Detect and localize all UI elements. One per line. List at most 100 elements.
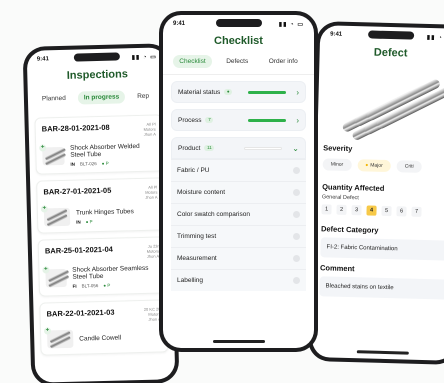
- subitem-label: Color swatch comparison: [177, 211, 250, 218]
- inspection-id: BAR-25-01-2021-04: [44, 244, 113, 256]
- status-badge: ● P: [101, 160, 109, 166]
- phone-defect: 9:41 ▮▮ ◔ ▭ Defect Severity Minor Major …: [307, 21, 444, 365]
- status-dot-icon: [293, 277, 300, 284]
- status-icons: ▮▮ ◔ ▭: [131, 53, 157, 61]
- product-name: Candle Cowell: [79, 334, 122, 343]
- product-thumbnail: +: [40, 205, 71, 227]
- phone-notch: [73, 52, 120, 62]
- home-indicator: [212, 340, 265, 343]
- status-time: 9:41: [330, 31, 343, 38]
- phone-notch: [215, 19, 262, 27]
- item-tag: FI: [72, 283, 77, 289]
- quantity-option[interactable]: 5: [381, 205, 392, 217]
- status-dot-icon: [293, 255, 300, 262]
- comment-field[interactable]: Bleached stains on textile: [319, 276, 444, 300]
- inspection-meta: Ju 23r Motors Jhon A: [146, 243, 160, 259]
- tab-checklist[interactable]: Checklist: [173, 55, 212, 68]
- phone-inspections: 9:41 ▮▮ ◔ ▭ Inspections Planned In progr…: [22, 43, 180, 383]
- quantity-selector: 1 2 3 4 5 6 7: [315, 200, 444, 222]
- checklist-screen: 9:41 ▮▮ ◔ ▭ Checklist Checklist Defects …: [163, 15, 314, 348]
- status-icons: ▮▮ ◔ ▭: [278, 21, 304, 28]
- quantity-option[interactable]: 1: [321, 204, 332, 215]
- status-dot-icon: [293, 167, 300, 174]
- checklist-tabs: Checklist Defects Order info: [163, 47, 314, 75]
- status-dot-icon: [293, 211, 300, 218]
- subitem-label: Measurement: [177, 255, 217, 262]
- checklist-row-product[interactable]: Product 11 ⌄: [171, 137, 306, 159]
- inspection-id: BAR-27-01-2021-05: [43, 185, 112, 197]
- product-name: Trunk Hinges Tubes: [75, 207, 134, 217]
- row-label: Process: [178, 116, 202, 124]
- product-thumbnail: +: [43, 327, 74, 349]
- quantity-option-selected[interactable]: 4: [366, 205, 377, 216]
- checklist-row-material-status[interactable]: Material status ● ›: [171, 81, 306, 103]
- quantity-option[interactable]: 6: [396, 206, 407, 217]
- chevron-down-icon: ⌄: [292, 143, 299, 153]
- checklist-row-process[interactable]: Process 7 ›: [171, 109, 306, 131]
- tab-order-info[interactable]: Order info: [263, 55, 304, 68]
- progress-bar: [248, 90, 287, 94]
- product-thumbnail: +: [42, 266, 67, 288]
- progress-bar: [248, 118, 287, 122]
- checklist-subitem[interactable]: Color swatch comparison: [171, 203, 306, 225]
- plus-icon[interactable]: +: [39, 144, 47, 152]
- severity-minor[interactable]: Minor: [322, 158, 352, 172]
- checklist-subitem[interactable]: Trimming test: [171, 225, 306, 247]
- product-name: Shock Absorber Welded Steel Tube: [70, 142, 140, 159]
- phone-checklist: 9:41 ▮▮ ◔ ▭ Checklist Checklist Defects …: [159, 11, 318, 352]
- item-tag: IN: [70, 161, 76, 167]
- row-count-badge: 7: [205, 117, 214, 123]
- severity-critical[interactable]: Criti: [396, 160, 422, 173]
- category-title: Defect Category: [320, 224, 379, 235]
- inspection-id: BAR-28-01-2021-08: [41, 122, 110, 134]
- inspection-id: BAR-22-01-2021-03: [46, 307, 115, 319]
- status-time: 9:41: [36, 56, 50, 63]
- checklist-subitem[interactable]: Labelling: [171, 269, 306, 291]
- row-count-badge: 11: [204, 145, 215, 151]
- inspection-meta: All Pl Motors Jhon A: [145, 184, 158, 200]
- item-code: BLT-026: [79, 161, 97, 167]
- quantity-title: Quantity Affected: [322, 182, 385, 193]
- tab-planned[interactable]: Planned: [36, 92, 72, 106]
- plus-icon[interactable]: +: [42, 266, 50, 274]
- plus-icon[interactable]: +: [43, 327, 52, 335]
- checklist-subitem[interactable]: Moisture content: [171, 181, 306, 203]
- quantity-option[interactable]: 3: [351, 205, 362, 216]
- checklist-subitem[interactable]: Fabric / PU: [171, 159, 306, 181]
- plus-icon[interactable]: +: [40, 205, 48, 213]
- row-count-badge: ●: [224, 89, 233, 95]
- subitem-label: Trimming test: [177, 233, 217, 240]
- inspection-meta: All Pl Motors Jhon A: [143, 121, 156, 137]
- inspections-screen: 9:41 ▮▮ ◔ ▭ Inspections Planned In progr…: [26, 47, 176, 383]
- quantity-option[interactable]: 2: [336, 204, 347, 215]
- status-time: 9:41: [173, 21, 186, 27]
- chevron-right-icon: ›: [296, 115, 299, 125]
- quantity-option[interactable]: 7: [411, 206, 422, 217]
- defect-screen: 9:41 ▮▮ ◔ ▭ Defect Severity Minor Major …: [311, 25, 444, 361]
- checklist-subitem[interactable]: Measurement: [171, 247, 306, 269]
- tab-defects[interactable]: Defects: [220, 55, 254, 68]
- product-thumbnail: +: [39, 144, 65, 166]
- inspection-tabs: Planned In progress Rep: [28, 79, 169, 112]
- defect-photo[interactable]: [328, 65, 444, 142]
- severity-options: Minor Major Criti: [316, 152, 444, 180]
- inspection-card[interactable]: BAR-25-01-2021-04 Ju 23r Motors Jhon A +…: [37, 236, 168, 297]
- inspection-card[interactable]: BAR-27-01-2021-05 All Pl Motors Jhon A +…: [36, 177, 166, 234]
- inspection-card[interactable]: BAR-28-01-2021-08 All Pl Motors Jhon A +…: [34, 114, 164, 175]
- status-dot-icon: [293, 189, 300, 196]
- product-name: Shock Absorber Seamless Steel Tube: [72, 264, 149, 281]
- tab-reports[interactable]: Rep: [131, 90, 155, 104]
- status-badge: ● P: [103, 282, 111, 288]
- inspection-card[interactable]: BAR-22-01-2021-03 20 KC 20 Motors Jhon A…: [39, 299, 169, 356]
- status-icons: ▮▮ ◔ ▭: [426, 34, 444, 41]
- tab-in-progress[interactable]: In progress: [77, 90, 126, 105]
- category-field[interactable]: FI-2: Fabric Contamination: [320, 237, 444, 261]
- subitem-label: Moisture content: [177, 189, 226, 196]
- severity-major[interactable]: Major: [357, 159, 391, 173]
- phone-notch: [368, 30, 415, 40]
- showcase-stage: 9:41 ▮▮ ◔ ▭ Inspections Planned In progr…: [0, 0, 444, 383]
- subitem-label: Fabric / PU: [177, 167, 210, 174]
- item-code: BLT-056: [81, 283, 99, 289]
- page-title: Defect: [373, 46, 408, 60]
- subitem-label: Labelling: [177, 277, 204, 284]
